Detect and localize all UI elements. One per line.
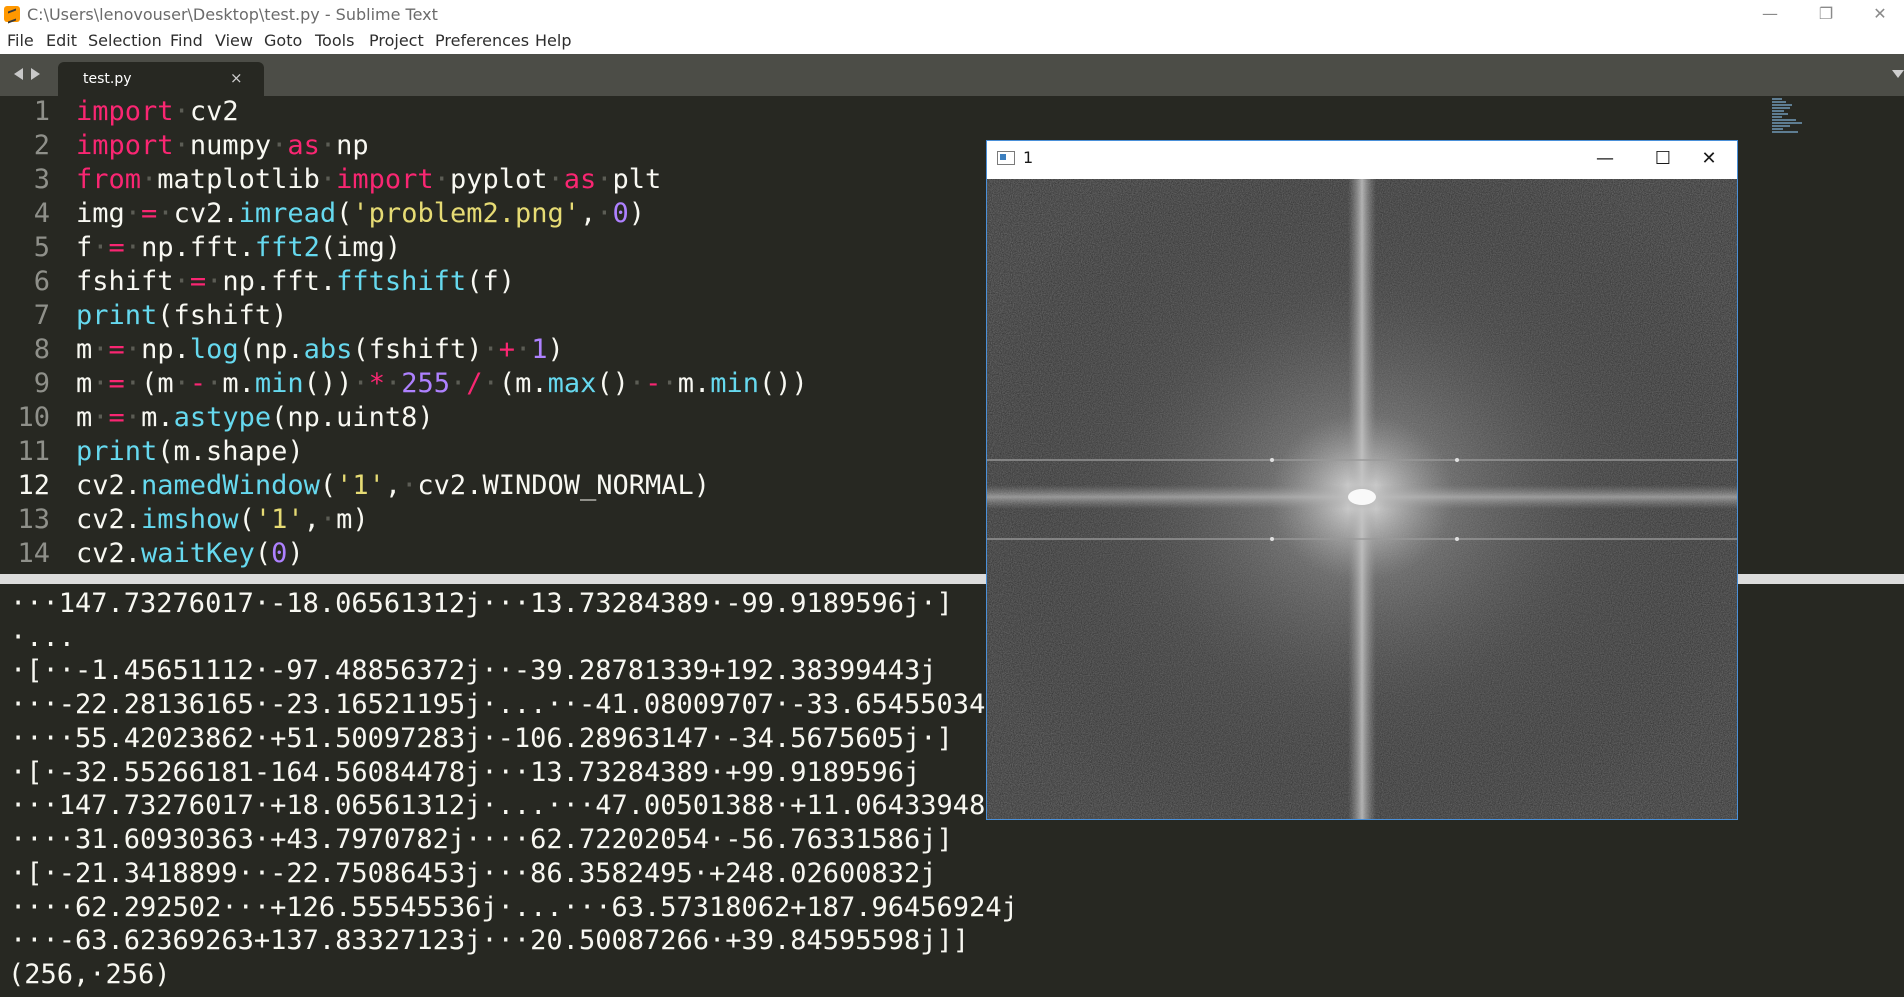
code-line[interactable]: print(m.shape) [76,436,304,470]
output-line: ···147.73276017·+18.06561312j·...···47.0… [10,790,1002,821]
line-number: 2 [33,130,50,161]
window-title: C:\Users\lenovouser\Desktop\test.py - Su… [27,5,438,24]
window-app-icon [997,151,1015,165]
output-line: ····31.60930363·+43.7970782j····62.72202… [10,824,953,855]
menu-bar: File Edit Selection Find View Goto Tools… [0,28,1904,54]
tab-menu-chevron-down-icon[interactable] [1892,70,1904,78]
menu-find[interactable]: Find [170,31,203,50]
output-line: (256,·256) [8,959,171,990]
line-number: 3 [33,164,50,195]
menu-preferences[interactable]: Preferences [435,31,529,50]
line-number: 1 [33,96,50,127]
window-titlebar: C:\Users\lenovouser\Desktop\test.py - Su… [0,0,1904,28]
output-line: ···-63.62369263+137.83327123j···20.50087… [10,925,970,956]
line-number: 11 [17,436,50,467]
code-line[interactable]: img·=·cv2.imread('problem2.png',·0) [76,198,645,232]
code-line[interactable]: cv2.imshow('1',·m) [76,504,369,538]
image-window-minimize-button[interactable]: — [1577,141,1633,177]
code-line[interactable]: cv2.waitKey(0) [76,538,304,572]
menu-view[interactable]: View [215,31,253,50]
menu-help[interactable]: Help [535,31,571,50]
sublime-app-icon [4,6,20,22]
code-line[interactable]: m·=·(m·-·m.min())·*·255·/·(m.max()·-·m.m… [76,368,808,402]
line-number: 14 [17,538,50,569]
code-line[interactable]: fshift·=·np.fft.fftshift(f) [76,266,515,300]
line-number-active: 12 [17,470,50,501]
restore-button[interactable]: ❐ [1802,0,1850,28]
line-number: 5 [33,232,50,263]
menu-project[interactable]: Project [369,31,424,50]
close-button[interactable]: ✕ [1856,0,1904,28]
menu-file[interactable]: File [7,31,34,50]
menu-selection[interactable]: Selection [88,31,162,50]
code-line[interactable]: from·matplotlib·import·pyplot·as·plt [76,164,661,198]
line-number: 9 [33,368,50,399]
menu-edit[interactable]: Edit [46,31,77,50]
output-line: ····55.42023862·+51.50097283j·-106.28963… [10,723,953,754]
line-number: 6 [33,266,50,297]
minimap[interactable] [1772,96,1832,136]
code-line[interactable]: import·cv2 [76,96,239,130]
code-line[interactable]: import·numpy·as·np [76,130,369,164]
code-line[interactable]: m·=·m.astype(np.uint8) [76,402,434,436]
tab-close-icon[interactable]: × [230,69,243,87]
image-window-title: 1 [1023,148,1034,167]
code-line[interactable]: cv2.namedWindow('1',·cv2.WINDOW_NORMAL) [76,470,710,504]
minimize-button[interactable]: — [1746,0,1794,28]
tab-bar: test.py × [0,54,1904,96]
tab-label: test.py [83,71,132,87]
code-line[interactable]: m·=·np.log(np.abs(fshift)·+·1) [76,334,564,368]
menu-goto[interactable]: Goto [264,31,302,50]
tab-nav-right-icon[interactable] [31,68,40,80]
line-number: 7 [33,300,50,331]
output-line: ···-22.28136165·-23.16521195j·...··-41.0… [10,689,1002,720]
output-line: ···147.73276017·-18.06561312j···13.73284… [10,588,953,619]
image-window-close-button[interactable]: ✕ [1681,141,1737,177]
tab-nav-left-icon[interactable] [14,68,23,80]
output-line: ·[··-1.45651112·-97.48856372j··-39.28781… [10,655,937,686]
output-line: ····62.292502···+126.55545536j·...···63.… [10,892,1018,923]
output-line: ·[·-21.3418899··-22.75086453j···86.35824… [10,858,937,889]
line-number: 13 [17,504,50,535]
output-line: ·[·-32.55266181-164.56084478j···13.73284… [10,757,921,788]
line-number: 8 [33,334,50,365]
code-line[interactable]: print(fshift) [76,300,287,334]
fft-magnitude-spectrum-image [987,179,1737,819]
menu-tools[interactable]: Tools [315,31,354,50]
tab-test-py[interactable]: test.py × [58,62,264,96]
opencv-image-window[interactable]: 1 — ☐ ✕ [986,140,1738,820]
output-line: ·... [10,622,76,653]
line-number: 4 [33,198,50,229]
line-number: 10 [17,402,50,433]
code-line[interactable]: f·=·np.fft.fft2(img) [76,232,401,266]
